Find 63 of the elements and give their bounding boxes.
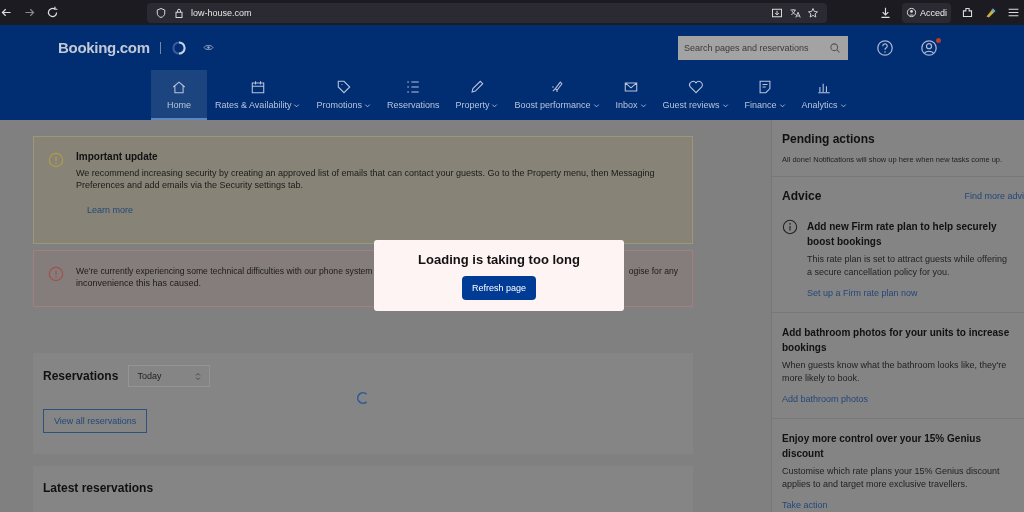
extension-icon[interactable] [984,6,997,19]
nav-tab[interactable]: Finance [736,70,794,120]
eye-icon[interactable] [202,42,214,53]
alert-text: We're currently experiencing some technical difficulties with our phone system [76,265,373,277]
alert-title: Important update [76,151,159,162]
caret-icon [293,101,301,109]
period-dropdown[interactable]: Today [128,365,211,387]
nav-tab[interactable]: Boost performance [506,70,608,120]
translate-icon[interactable] [789,6,801,19]
advice-text: When guests know what the bathroom looks like, they're more likely to book. [782,359,1008,385]
section-title: Latest reservations [43,481,154,495]
download-page-icon[interactable] [771,6,783,19]
menu-icon[interactable] [1007,6,1020,19]
address-bar[interactable]: low-house.com [147,2,827,23]
alert-text: ogise for any [628,265,678,277]
search-icon [829,41,841,54]
download-icon[interactable] [879,6,892,19]
nav-tab[interactable]: Analytics [793,70,855,120]
caret-icon [592,101,600,109]
caret-icon [721,101,729,109]
advice-text: Customise which rate plans your 15% Genius discount applies to and target more exclusive travellers. [782,465,1001,491]
account-icon [906,7,917,18]
pending-actions-title: Pending actions [782,132,876,146]
shield-icon [155,6,167,19]
refresh-page-button[interactable]: Refresh page [461,275,536,300]
alert-text: We recommend increasing security by creating an approved list of emails that can contact your guests. Go to the Property menu, then Messaging Preferences and add emails via the Security settings tab. [76,167,656,191]
warning-icon [48,152,64,168]
advice-title: Add new Firm rate plan to help securely boost bookings [807,220,998,249]
chevrons-icon [195,371,202,381]
extensions-icon[interactable] [961,6,974,19]
caret-icon [839,101,847,109]
nav-tab[interactable]: Guest reviews [654,70,737,120]
forward-icon[interactable] [23,6,36,19]
url-text: low-house.com [191,7,252,18]
nav-tab[interactable]: Home [151,70,207,120]
caret-icon [778,101,786,109]
help-icon[interactable] [876,38,894,57]
nav-tab[interactable]: Inbox [607,70,655,120]
nav-tab[interactable]: Reservations [378,70,448,120]
error-icon [48,266,64,282]
lock-icon [173,6,185,19]
modal-title: Loading is taking too long [418,251,580,267]
caret-icon [639,101,647,109]
logo[interactable]: Booking.com [58,39,150,56]
advice-title: Add bathroom photos for your units to increase bookings [782,326,1011,355]
caret-icon [363,101,371,109]
advice-title: Advice [782,189,822,203]
heart-icon [686,78,705,96]
nav-tab[interactable]: Rates & Availability [207,70,309,120]
advice-text: This rate plan is set to attract guests while offering a secure cancellation policy for you. [807,253,1008,279]
loading-spinner-icon [170,39,187,56]
advice-title: Enjoy more control over your 15% Genius discount [782,432,982,461]
caret-icon [491,101,499,109]
star-icon[interactable] [807,6,819,19]
nav-tab[interactable]: Promotions [308,70,379,120]
alert-text: inconvenience this has caused. [76,277,202,289]
profile-icon[interactable] [920,38,938,57]
account-button[interactable]: Accedi [902,2,951,23]
section-title: Reservations [43,369,119,383]
nav-tab[interactable]: Property [447,70,507,120]
search-field[interactable]: Search pages and reservations [678,35,848,60]
back-icon[interactable] [0,6,13,19]
reload-icon[interactable] [46,6,59,19]
